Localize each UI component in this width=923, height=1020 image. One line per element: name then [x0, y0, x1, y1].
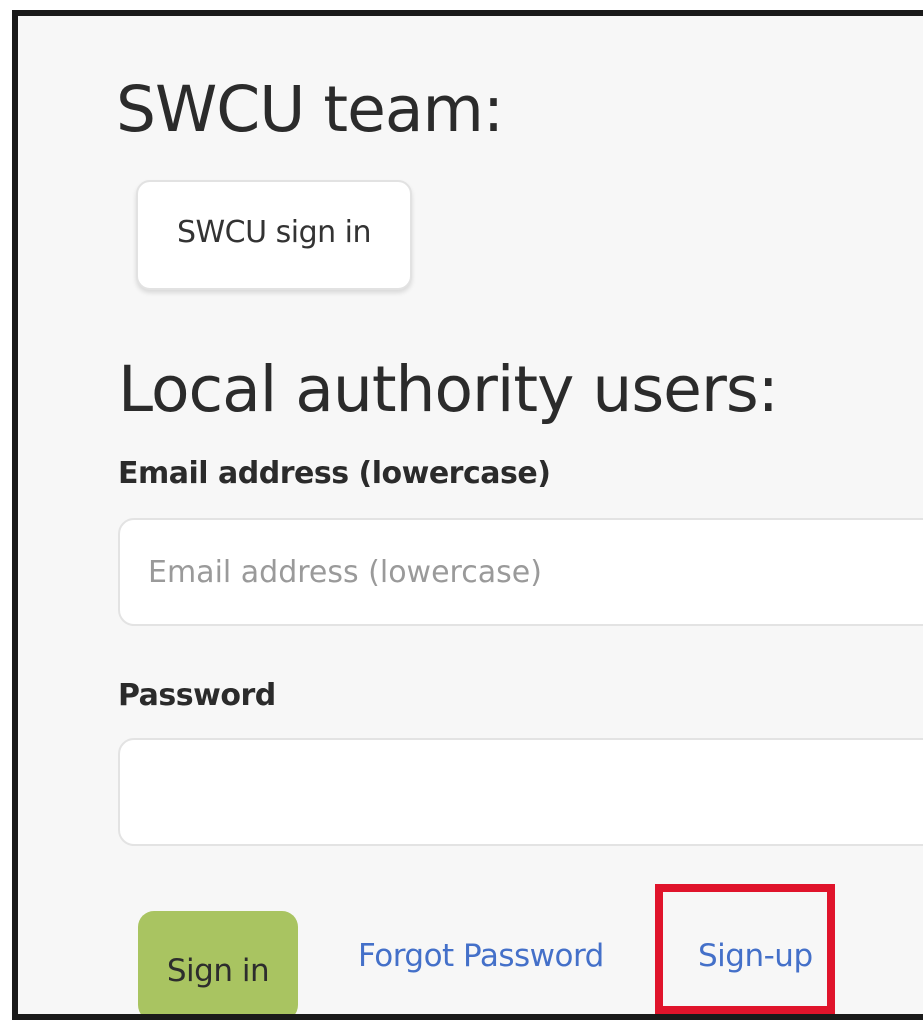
password-label: Password: [118, 678, 276, 713]
sign-up-link[interactable]: Sign-up: [698, 938, 813, 974]
password-field[interactable]: [118, 738, 923, 846]
login-window: SWCU team: SWCU sign in Local authority …: [12, 10, 923, 1020]
email-field[interactable]: [118, 518, 923, 626]
sign-in-button[interactable]: Sign in: [138, 911, 298, 1014]
swcu-team-heading: SWCU team:: [116, 73, 504, 146]
forgot-password-link[interactable]: Forgot Password: [358, 938, 604, 974]
local-authority-heading: Local authority users:: [118, 353, 779, 426]
email-label: Email address (lowercase): [118, 456, 551, 491]
swcu-sign-in-button[interactable]: SWCU sign in: [136, 180, 412, 290]
login-panel: SWCU team: SWCU sign in Local authority …: [18, 16, 923, 1014]
sign-in-button-label: Sign in: [166, 953, 270, 989]
